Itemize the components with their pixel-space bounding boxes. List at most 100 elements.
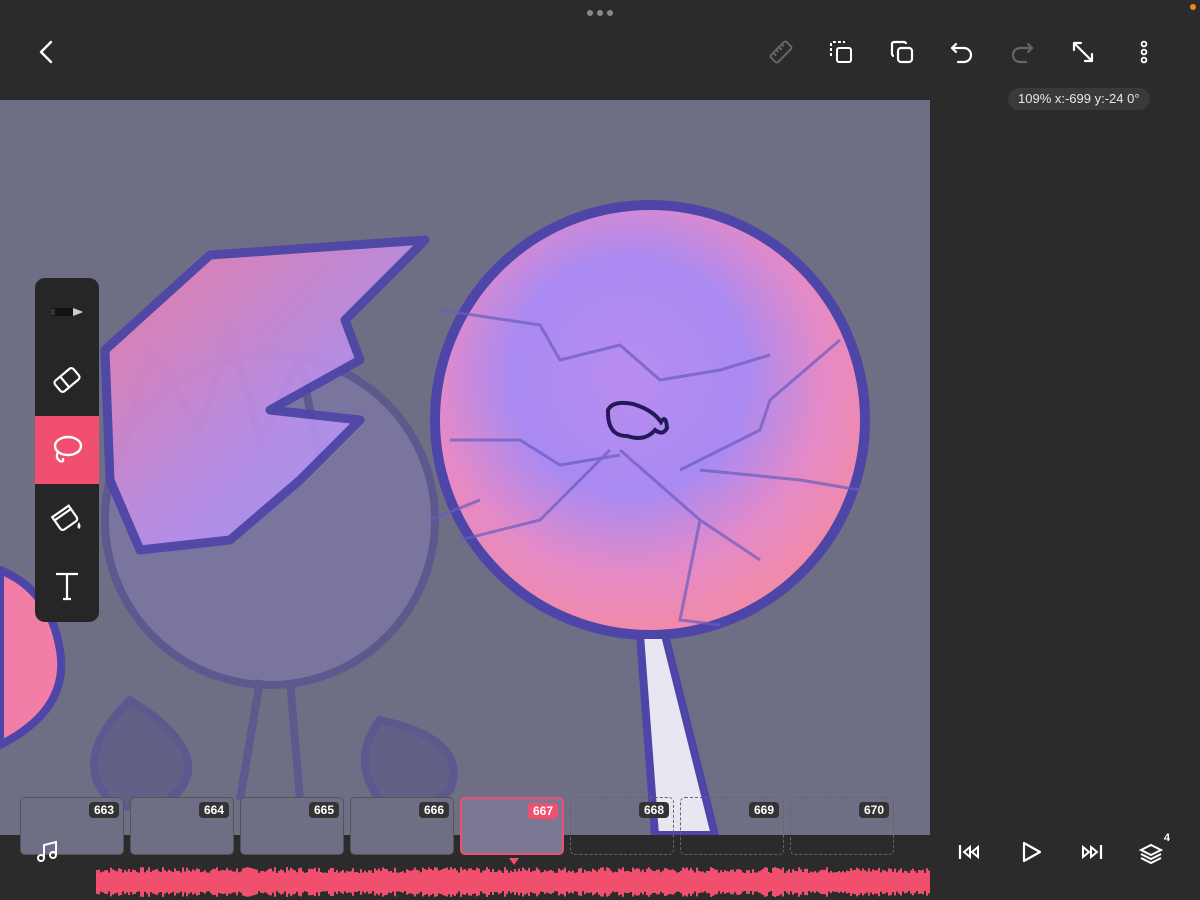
waveform-bar <box>370 870 372 894</box>
waveform-bar <box>794 870 796 894</box>
waveform-bar <box>678 872 680 892</box>
drawing-canvas[interactable] <box>0 100 930 835</box>
tool-lasso[interactable] <box>35 416 99 484</box>
skip-back-icon <box>958 844 979 860</box>
waveform-bar <box>440 870 442 894</box>
tool-brush[interactable] <box>35 278 99 346</box>
frame-thumbnail[interactable]: 666 <box>350 797 454 855</box>
waveform-bar <box>544 870 546 894</box>
waveform-bar <box>238 872 240 892</box>
waveform-bar <box>904 870 906 894</box>
tool-fill[interactable] <box>35 484 99 552</box>
waveform-bar <box>248 867 250 897</box>
waveform-bar <box>696 867 698 897</box>
waveform-bar <box>372 872 374 892</box>
waveform-bar <box>482 870 484 894</box>
ruler-button[interactable] <box>759 30 803 74</box>
waveform-bar <box>792 869 794 895</box>
tool-eraser[interactable] <box>35 346 99 414</box>
waveform-bar <box>810 871 812 893</box>
waveform-bar <box>198 869 200 895</box>
duplicate-button[interactable] <box>819 30 863 74</box>
waveform-bar <box>510 870 512 894</box>
waveform-bar <box>122 872 124 892</box>
waveform-bar <box>740 870 742 894</box>
waveform-bar <box>472 869 474 895</box>
waveform-bar <box>664 868 666 896</box>
waveform-bar <box>920 870 922 894</box>
waveform-bar <box>146 870 148 894</box>
waveform-bar <box>186 867 188 897</box>
waveform-bar <box>284 872 286 892</box>
waveform-bar <box>462 869 464 895</box>
frame-thumbnail-empty[interactable]: 668 <box>570 797 674 855</box>
waveform-bar <box>900 868 902 896</box>
waveform-bar <box>682 867 684 897</box>
back-button[interactable] <box>25 30 69 74</box>
frame-thumbnail[interactable]: 665 <box>240 797 344 855</box>
waveform-bar <box>470 868 472 896</box>
waveform-bar <box>320 871 322 893</box>
play-button[interactable] <box>1011 832 1051 872</box>
frame-thumbnail[interactable]: 664 <box>130 797 234 855</box>
waveform-bar <box>626 870 628 894</box>
waveform-bar <box>342 870 344 894</box>
waveform-bar <box>592 868 594 896</box>
window-grabber[interactable] <box>587 10 613 16</box>
waveform-bar <box>488 869 490 895</box>
waveform-bar <box>256 869 258 895</box>
waveform-bar <box>368 870 370 894</box>
waveform-bar <box>812 872 814 892</box>
waveform-bar <box>584 869 586 895</box>
skip-to-end-button[interactable] <box>1071 832 1111 872</box>
undo-button[interactable] <box>940 30 984 74</box>
waveform-bar <box>862 868 864 896</box>
waveform-bar <box>358 872 360 892</box>
tool-text[interactable] <box>35 552 99 620</box>
undo-icon <box>950 42 973 64</box>
waveform-bar <box>534 870 536 894</box>
waveform-bar <box>384 868 386 896</box>
redo-button[interactable] <box>1000 30 1044 74</box>
layers-button[interactable]: 4 <box>1132 832 1172 872</box>
waveform-bar <box>280 869 282 895</box>
waveform-bar <box>398 872 400 892</box>
skip-to-start-button[interactable] <box>950 832 990 872</box>
fullscreen-button[interactable] <box>1061 30 1105 74</box>
waveform-bar <box>230 870 232 894</box>
waveform-bar <box>896 872 898 892</box>
waveform-bar <box>380 870 382 894</box>
waveform-bar <box>864 870 866 894</box>
waveform-bar <box>574 872 576 892</box>
waveform-bar <box>308 868 310 896</box>
waveform-bar <box>376 870 378 894</box>
audio-button[interactable] <box>28 832 68 872</box>
top-toolbar <box>0 0 1200 100</box>
waveform-bar <box>822 869 824 895</box>
waveform-bar <box>180 872 182 892</box>
waveform-bar <box>838 871 840 893</box>
waveform-bar <box>890 868 892 896</box>
waveform-bar <box>390 870 392 894</box>
copy-layer-button[interactable] <box>880 30 924 74</box>
audio-waveform[interactable] <box>96 866 930 898</box>
waveform-bar <box>680 870 682 894</box>
waveform-bar <box>316 871 318 893</box>
waveform-bar <box>536 867 538 897</box>
more-button[interactable] <box>1122 30 1166 74</box>
waveform-bar <box>356 872 358 892</box>
waveform-bar <box>776 867 778 897</box>
waveform-bar <box>802 872 804 892</box>
waveform-bar <box>578 868 580 896</box>
waveform-bar <box>408 870 410 894</box>
frame-thumbnail-empty[interactable]: 669 <box>680 797 784 855</box>
waveform-bar <box>224 870 226 894</box>
frame-thumbnail-current[interactable]: 667 <box>460 797 564 855</box>
playhead-marker[interactable] <box>509 858 519 865</box>
waveform-bar <box>894 868 896 896</box>
waveform-bar <box>140 867 142 897</box>
waveform-bar <box>178 870 180 894</box>
waveform-bar <box>270 868 272 896</box>
frame-thumbnail-empty[interactable]: 670 <box>790 797 894 855</box>
waveform-bar <box>606 867 608 897</box>
